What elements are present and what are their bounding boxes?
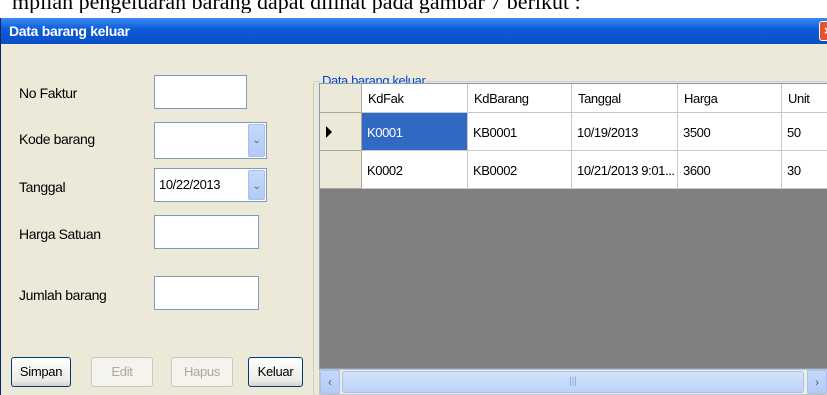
harga-satuan-input[interactable] (154, 215, 259, 249)
edit-button[interactable]: Edit (91, 357, 153, 387)
scroll-thumb[interactable]: ||| (342, 371, 804, 393)
horizontal-scrollbar[interactable]: ‹ ||| › (319, 369, 827, 395)
table-cell-kdfak[interactable]: K0001 (362, 113, 468, 151)
table-cell-tanggal[interactable]: 10/21/2013 9:01... (572, 151, 678, 189)
jumlah-barang-input[interactable] (154, 276, 259, 310)
chevron-down-icon[interactable]: ⌄ (248, 170, 265, 200)
table-cell-tanggal[interactable]: 10/19/2013 (572, 113, 678, 151)
grid-header-row: KdFak KdBarang Tanggal Harga Unit (320, 84, 827, 113)
scroll-right-icon[interactable]: › (807, 370, 827, 394)
close-icon[interactable]: × (819, 21, 827, 41)
table-cell-unit[interactable]: 30 (782, 151, 827, 189)
no-faktur-input[interactable] (154, 75, 247, 109)
table-cell-kdfak[interactable]: K0002 (362, 151, 468, 189)
data-grid[interactable]: KdFak KdBarang Tanggal Harga Unit K0001 … (319, 83, 827, 369)
tanggal-label: Tanggal (19, 179, 66, 195)
hapus-button[interactable]: Hapus (171, 357, 233, 387)
column-header-unit[interactable]: Unit (782, 84, 827, 113)
chevron-down-icon[interactable]: ⌄ (248, 124, 265, 157)
harga-satuan-label: Harga Satuan (19, 226, 101, 242)
row-header[interactable] (320, 151, 362, 189)
current-row-icon (326, 126, 332, 138)
column-header-tanggal[interactable]: Tanggal (572, 84, 678, 113)
kode-barang-label: Kode barang (19, 131, 95, 147)
table-cell-harga[interactable]: 3500 (678, 113, 782, 151)
simpan-button[interactable]: Simpan (11, 357, 71, 387)
column-header-harga[interactable]: Harga (678, 84, 782, 113)
no-faktur-label: No Faktur (19, 85, 77, 101)
column-header-kdbarang[interactable]: KdBarang (468, 84, 572, 113)
window-title: Data barang keluar (9, 23, 130, 39)
scroll-left-icon[interactable]: ‹ (320, 370, 340, 394)
grid-corner-cell (320, 84, 362, 113)
kode-barang-select[interactable]: ⌄ (154, 122, 267, 159)
table-cell-kdbarang[interactable]: KB0001 (468, 113, 572, 151)
tanggal-value: 10/22/2013 (159, 177, 221, 192)
data-barang-keluar-window: Data barang keluar × No Faktur Kode bara… (0, 18, 827, 395)
keluar-button[interactable]: Keluar (248, 357, 303, 387)
table-cell-harga[interactable]: 3600 (678, 151, 782, 189)
title-bar[interactable]: Data barang keluar × (1, 18, 827, 44)
tanggal-date-picker[interactable]: 10/22/2013 ⌄ (154, 168, 267, 202)
document-caption: mpilan pengeluaran barang dapat dilihat … (12, 0, 581, 13)
table-cell-unit[interactable]: 50 (782, 113, 827, 151)
column-header-kdfak[interactable]: KdFak (362, 84, 468, 113)
table-cell-kdbarang[interactable]: KB0002 (468, 151, 572, 189)
jumlah-barang-label: Jumlah barang (19, 287, 107, 303)
row-header-selected[interactable] (320, 113, 362, 151)
